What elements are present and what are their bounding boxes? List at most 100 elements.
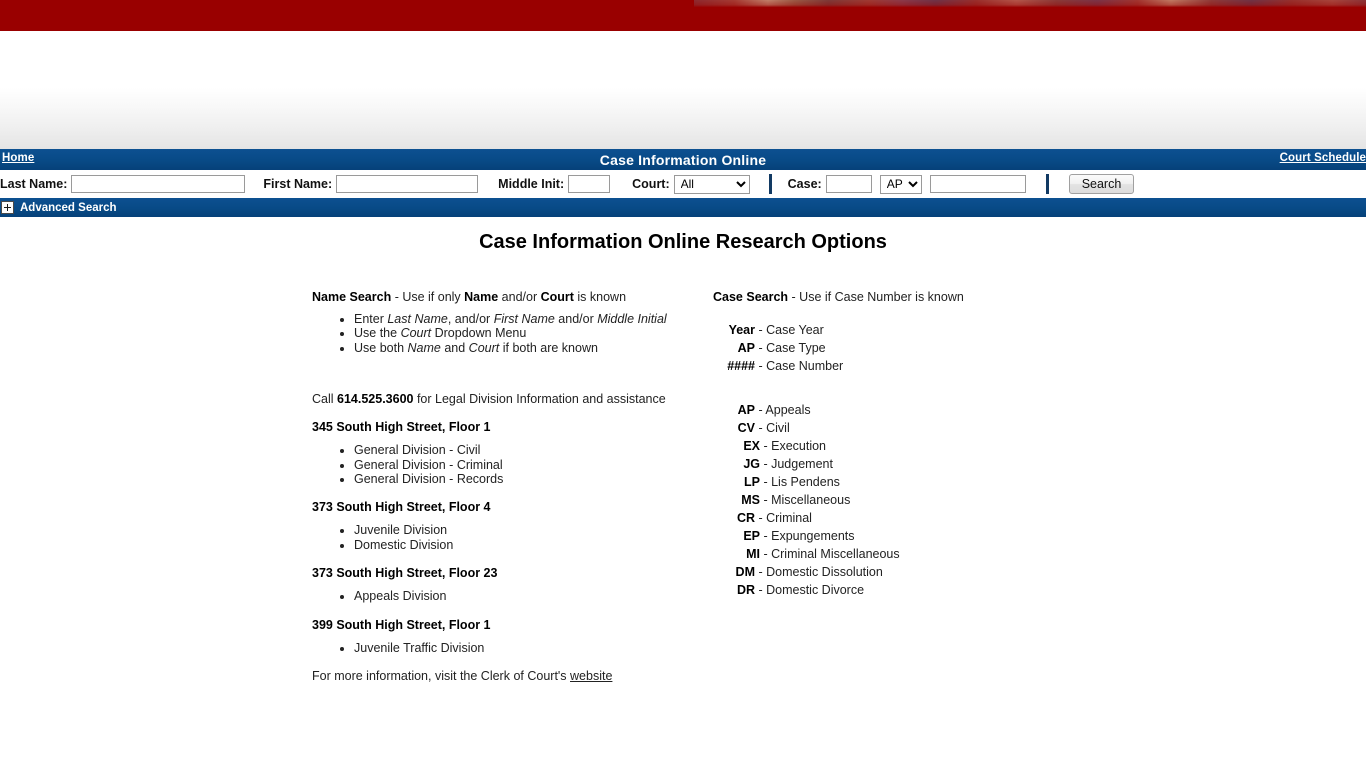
last-name-input[interactable]: [71, 175, 246, 193]
separator-1: [768, 174, 772, 194]
case-format-desc: Case Type: [766, 341, 826, 355]
location-division-list: General Division - Civil General Divisio…: [312, 443, 692, 486]
list-item: General Division - Civil: [354, 443, 692, 457]
name-search-heading-bold-3: Court: [540, 290, 574, 304]
header-blank-area: [0, 31, 1366, 149]
case-code: MS: [741, 493, 760, 507]
separator-2: [1045, 174, 1049, 194]
app-title: Case Information Online: [599, 152, 767, 168]
advanced-search-label[interactable]: Advanced Search: [20, 202, 117, 214]
site-banner: [0, 0, 1366, 31]
name-search-bullet-list: Enter Last Name, and/or First Name and/o…: [312, 312, 692, 355]
case-code-desc: Domestic Dissolution: [766, 565, 883, 579]
case-code-desc: Civil: [766, 421, 790, 435]
bullet-text: Use both: [354, 340, 408, 355]
search-form: Last Name: First Name: Middle Init: Cour…: [0, 170, 1366, 198]
case-format-row: Year - Case Year: [713, 321, 1043, 339]
case-code: CV: [737, 421, 755, 435]
case-format-code: AP: [737, 341, 755, 355]
list-item: Juvenile Division: [354, 523, 692, 537]
case-code-desc: Domestic Divorce: [766, 583, 865, 597]
case-label: Case:: [787, 177, 822, 191]
case-format-code: Year: [728, 323, 755, 337]
name-search-column: Name Search - Use if only Name and/or Co…: [312, 290, 692, 683]
case-format-desc: Case Year: [766, 323, 824, 337]
case-code: AP: [737, 403, 755, 417]
first-name-input[interactable]: [336, 175, 479, 193]
case-code-desc: Criminal Miscellaneous: [771, 547, 900, 561]
phone-number: 614.525.3600: [337, 392, 414, 407]
case-year-input[interactable]: [825, 175, 872, 193]
bullet-text: and/or: [554, 312, 598, 326]
case-code-row: CR - Criminal: [713, 509, 1043, 527]
list-item: Appeals Division: [354, 589, 692, 603]
plus-icon[interactable]: [1, 201, 14, 214]
legal-division-phone: Call 614.525.3600 for Legal Division Inf…: [312, 392, 692, 406]
name-search-heading: Name Search - Use if only Name and/or Co…: [312, 290, 692, 304]
location-division-list: Juvenile Division Domestic Division: [312, 523, 692, 552]
bullet-italic: Last Name: [387, 312, 448, 326]
case-code-row: EP - Expungements: [713, 527, 1043, 545]
name-search-heading-bold-2: Name: [464, 290, 499, 304]
case-type-select[interactable]: AP: [879, 174, 922, 194]
case-code: JG: [743, 457, 760, 471]
location-division-list: Appeals Division: [312, 589, 692, 603]
bullet-text: Enter: [354, 312, 388, 326]
case-code-desc: Appeals: [765, 403, 811, 417]
case-code-row: LP - Lis Pendens: [713, 473, 1043, 491]
case-code-desc: Miscellaneous: [771, 493, 851, 507]
case-code-row: EX - Execution: [713, 437, 1043, 455]
phone-pre-text: Call: [312, 392, 338, 407]
last-name-label: Last Name:: [0, 177, 68, 191]
court-schedule-link[interactable]: Court Schedule: [1280, 152, 1366, 164]
middle-initial-input[interactable]: [568, 175, 611, 193]
case-code-desc: Lis Pendens: [771, 475, 840, 489]
court-label: Court:: [632, 177, 670, 191]
case-code-desc: Expungements: [771, 529, 855, 543]
case-code: EP: [743, 529, 760, 543]
list-item: Use both Name and Court if both are know…: [354, 341, 692, 355]
list-item: General Division - Records: [354, 472, 692, 486]
advanced-search-bar[interactable]: Advanced Search: [0, 198, 1366, 217]
list-item: Use the Court Dropdown Menu: [354, 326, 692, 340]
bullet-italic: Name: [407, 340, 441, 355]
main-content: Case Information Online Research Options…: [0, 231, 1366, 683]
bullet-italic: Court: [400, 326, 432, 341]
middle-initial-label: Middle Init:: [498, 177, 565, 191]
location-address: 345 South High Street, Floor 1: [312, 420, 491, 435]
case-code-desc: Execution: [771, 439, 827, 453]
case-code: DR: [736, 583, 755, 597]
court-select[interactable]: All: [673, 174, 750, 194]
list-item: Domestic Division: [354, 538, 692, 552]
list-item: Juvenile Traffic Division: [354, 641, 692, 655]
clerk-website-link[interactable]: website: [570, 669, 612, 683]
name-search-heading-rest-3: is known: [573, 290, 627, 304]
case-format-code: ####: [727, 359, 755, 373]
case-code-row: DR - Domestic Divorce: [713, 581, 1043, 599]
bullet-italic: First Name: [493, 312, 555, 326]
case-code-row: MS - Miscellaneous: [713, 491, 1043, 509]
page-title: Case Information Online Research Options: [479, 231, 887, 253]
banner-photo-fade-overlay: [694, 0, 1366, 7]
search-button[interactable]: Search: [1068, 174, 1135, 194]
case-format-desc: Case Number: [766, 359, 844, 373]
case-format-row: #### - Case Number: [713, 357, 1043, 375]
location-address: 373 South High Street, Floor 4: [312, 500, 491, 515]
case-code-row: AP - Appeals: [713, 401, 1043, 419]
case-search-heading-bold: Case Search: [713, 290, 789, 304]
case-format-row: AP - Case Type: [713, 339, 1043, 357]
case-search-heading-rest: - Use if Case Number is known: [788, 290, 964, 304]
bullet-text: and: [440, 340, 469, 355]
clerk-website-text: For more information, visit the Clerk of…: [312, 669, 571, 684]
name-search-heading-bold: Name Search: [312, 290, 392, 304]
name-search-heading-rest-1: - Use if only: [391, 290, 465, 304]
case-code-desc: Judgement: [771, 457, 833, 471]
case-code: CR: [736, 511, 755, 525]
bullet-text: Use the: [354, 326, 401, 341]
case-code-row: JG - Judgement: [713, 455, 1043, 473]
bullet-italic: Middle Initial: [597, 312, 667, 326]
navigation-bar: Home Case Information Online Court Sched…: [0, 149, 1366, 170]
case-code-row: CV - Civil: [713, 419, 1043, 437]
case-code: DM: [735, 565, 755, 579]
case-number-input[interactable]: [929, 175, 1026, 193]
